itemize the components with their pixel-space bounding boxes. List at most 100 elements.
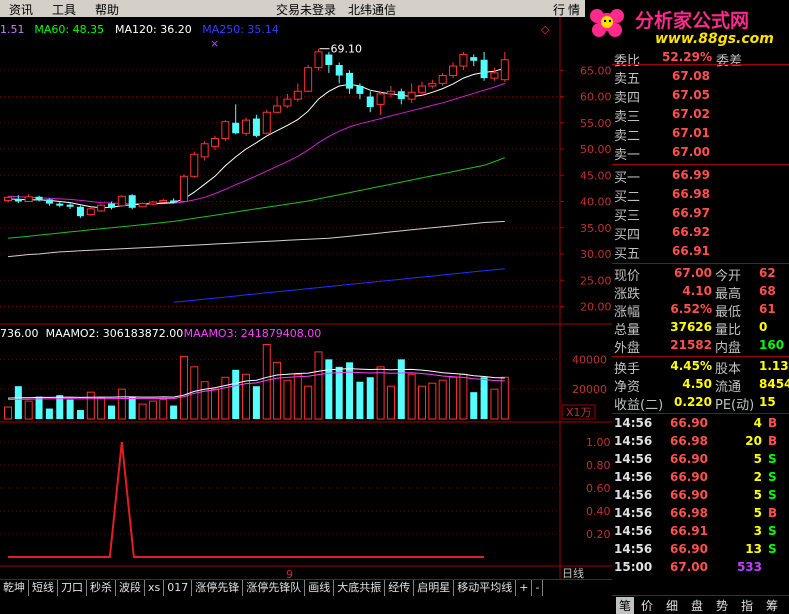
menu-item-tools[interactable]: 工具: [52, 1, 76, 18]
volume-bar-up: [138, 403, 147, 420]
menu-item-news[interactable]: 资讯: [9, 1, 33, 18]
bid-price-1[interactable]: 66.99: [672, 168, 710, 182]
panel-divider: [612, 263, 789, 264]
side-tab-5[interactable]: 指: [741, 597, 753, 614]
indicator-tab-4[interactable]: 波段: [116, 580, 145, 596]
candle-body-down: [325, 54, 333, 65]
volume-bar-down: [66, 399, 74, 419]
volume-bar-up: [221, 376, 230, 420]
ma250-line: [173, 268, 505, 303]
kline-chart-area[interactable]: 65.00 60.00 55.00 50.00 45.00 40.00 35.00 30.00…: [0, 17, 612, 591]
indicator-tab-13[interactable]: 移动平均线: [454, 580, 517, 596]
volume-bar-down: [356, 381, 364, 419]
menu-item-quote-1[interactable]: 行: [553, 1, 565, 18]
indicator-tab-7[interactable]: 涨停先锋: [192, 580, 244, 596]
logo-url: www.88gs.com: [655, 31, 774, 47]
indicator-tab-6[interactable]: 017: [164, 580, 193, 596]
tick-price-0: 66.90: [670, 416, 708, 430]
volume-bar-up: [376, 366, 385, 420]
candle-body-down: [76, 206, 84, 217]
candle-body-up: [190, 153, 199, 177]
bid-price-4[interactable]: 66.92: [672, 225, 710, 239]
candle-body-up: [314, 51, 323, 69]
tick-time-7: 14:56: [614, 542, 653, 556]
tab-remove-button[interactable]: -: [532, 580, 544, 596]
tick-side-0: B: [768, 416, 778, 430]
side-tab-1[interactable]: 价: [641, 597, 653, 614]
stat2-label-2: 收益(二): [614, 398, 664, 413]
tick-side-7: S: [768, 542, 777, 556]
tick-price-4: 66.90: [670, 488, 708, 502]
ask-price-4[interactable]: 67.05: [672, 88, 710, 102]
ask-price-3[interactable]: 67.02: [672, 107, 710, 121]
volume-bar-up: [86, 391, 95, 420]
tab-add-button[interactable]: +: [516, 580, 533, 596]
volume-bar-up: [97, 397, 106, 420]
trade-login-status[interactable]: 交易未登录: [276, 1, 336, 18]
side-tab-4[interactable]: 势: [716, 597, 728, 614]
vol-legend-0: 736.00: [0, 327, 39, 340]
candle-body-down: [35, 196, 43, 200]
candle-body-up: [304, 67, 313, 92]
volume-bar-up: [200, 381, 209, 420]
stat-label-4: 外盘: [614, 341, 641, 356]
volume-bar-up: [283, 379, 292, 420]
indicator-tab-9[interactable]: 画线: [305, 580, 335, 596]
stat-label2-4: 内盘: [715, 341, 742, 356]
side-tab-0[interactable]: 笔: [616, 597, 635, 614]
indicator-tab-11[interactable]: 经传: [385, 580, 415, 596]
menu-item-quote-2[interactable]: 情: [568, 1, 580, 18]
tick-time-1: 14:56: [614, 434, 653, 448]
stat2-value-1: 4.50: [682, 377, 712, 391]
bid-price-5[interactable]: 66.91: [672, 244, 710, 258]
logo-title: 分析家公式网: [635, 10, 750, 32]
bid-label-3: 买三: [614, 209, 641, 224]
stat-label2-0: 今开: [715, 269, 742, 284]
tick-time-4: 14:56: [614, 488, 653, 502]
indicator-tab-1[interactable]: 短线: [29, 580, 58, 596]
bid-label-5: 买五: [614, 247, 641, 262]
price-axis-label: 65.00: [580, 64, 612, 77]
volume-bar-down: [366, 377, 374, 419]
ask-price-5[interactable]: 67.08: [672, 69, 710, 83]
candle-body-up: [490, 72, 499, 79]
stat2-label-1: 净资: [614, 380, 641, 395]
indicator-tab-10[interactable]: 大底共振: [334, 580, 386, 596]
indicator-tab-0[interactable]: 乾坤: [0, 580, 29, 596]
candle-body-down: [335, 65, 343, 76]
indicator-tab-3[interactable]: 秒杀: [87, 580, 116, 596]
candle-body-up: [138, 203, 147, 208]
ask-price-1[interactable]: 67.00: [672, 145, 710, 159]
ask-label-4: 卖四: [614, 91, 641, 106]
bid-price-3[interactable]: 66.97: [672, 206, 710, 220]
stat2-value-0: 4.45%: [670, 359, 712, 373]
volume-bar-up: [386, 385, 395, 420]
volume-bar-down: [346, 362, 354, 419]
bid-price-2[interactable]: 66.98: [672, 187, 710, 201]
volume-bar-up: [262, 343, 271, 420]
price-axis-label: 45.00: [580, 169, 612, 182]
side-tab-2[interactable]: 细: [666, 597, 678, 614]
candle-body-up: [449, 65, 458, 76]
indicator-tab-2[interactable]: 刀口: [58, 580, 87, 596]
stock-name: 北纬通信: [348, 3, 397, 17]
tick-price-7: 66.90: [670, 542, 708, 556]
candle-body-down: [232, 122, 240, 134]
ask-label-2: 卖二: [614, 129, 641, 144]
candle-body-up: [418, 85, 426, 93]
tick-volume-5: 5: [753, 506, 762, 520]
ma60-line: [7, 157, 505, 239]
tick-volume-0: 4: [753, 416, 762, 430]
indicator-tab-12[interactable]: 启明星: [414, 580, 455, 596]
ask-label-3: 卖三: [614, 110, 641, 125]
indicator-tab-8[interactable]: 涨停先锋队: [243, 580, 306, 596]
price-axis-label: 35.00: [580, 222, 612, 235]
ind-axis-label: 0.40: [586, 505, 611, 518]
menu-item-help[interactable]: 帮助: [95, 1, 119, 18]
side-tabs: 笔价细盘势指筹: [612, 595, 789, 614]
side-tab-3[interactable]: 盘: [691, 597, 703, 614]
ind-axis-label: 0.80: [586, 459, 611, 472]
ask-price-2[interactable]: 67.01: [672, 126, 710, 140]
side-tab-6[interactable]: 筹: [766, 597, 778, 614]
indicator-tab-5[interactable]: xs: [145, 580, 165, 596]
